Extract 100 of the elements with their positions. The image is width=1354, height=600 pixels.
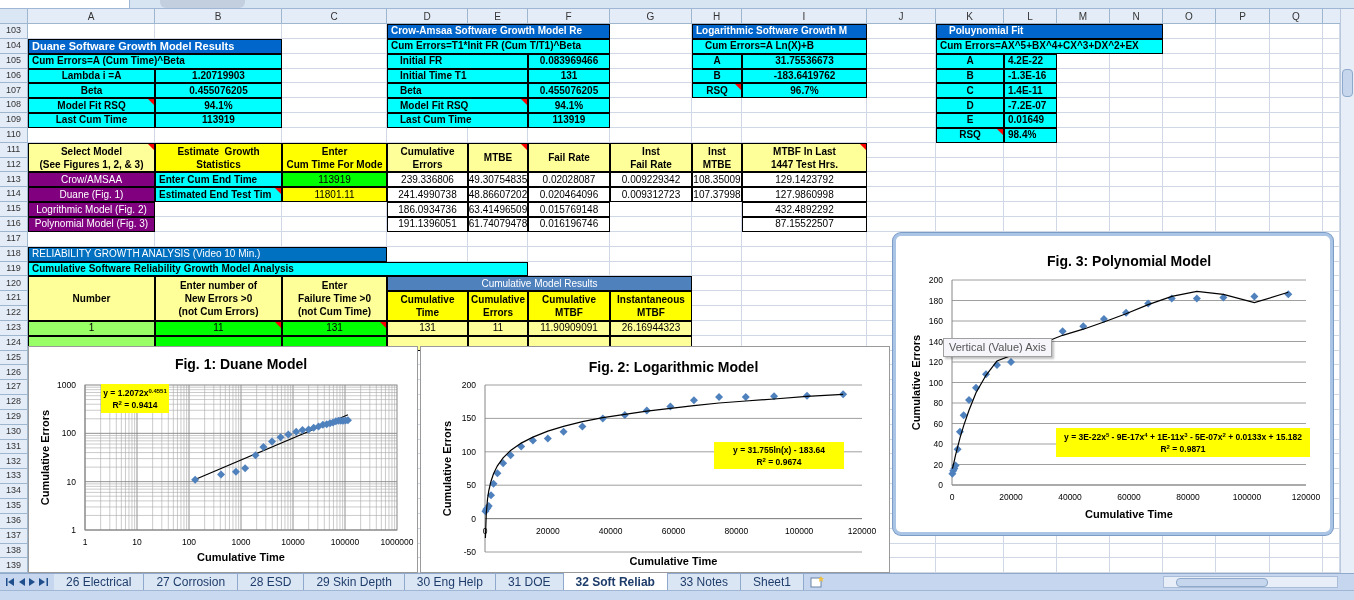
row-header[interactable]: 108 bbox=[0, 98, 28, 114]
axis-title: Cumulative Errors bbox=[910, 334, 922, 431]
column-header[interactable]: F bbox=[528, 9, 610, 24]
row-header[interactable]: 132 bbox=[0, 454, 28, 470]
tick-label: 20000 bbox=[536, 525, 560, 536]
formula-bar-button[interactable] bbox=[160, 0, 245, 8]
section-title: Crow-Amsaa Software Growth Model Re bbox=[387, 24, 610, 39]
row-header[interactable]: 114 bbox=[0, 187, 28, 203]
column-header[interactable]: L bbox=[1004, 9, 1057, 24]
tooltip: Vertical (Value) Axis bbox=[943, 338, 1052, 357]
tick-label: 1000 bbox=[231, 537, 251, 547]
sheet-tab[interactable]: 27 Corrosion bbox=[144, 574, 239, 591]
column-header[interactable]: D bbox=[387, 9, 468, 24]
vertical-scrollbar[interactable] bbox=[1340, 9, 1354, 574]
column-header[interactable]: J bbox=[867, 9, 936, 24]
scrollbar-thumb[interactable] bbox=[1176, 577, 1268, 587]
last-sheet-icon[interactable] bbox=[39, 578, 48, 587]
sheet-tab[interactable]: 28 ESD bbox=[238, 574, 305, 591]
table-cell: Model Fit RSQ bbox=[28, 98, 155, 114]
chart[interactable]: Fig. 1: Duane Model 1000 100 10 1 1 10 100 1000 10000 100000 1000000 Cumulative Time Cumulative Errors y = 1.2072x$^{0.4551}$ R$^{2}$ = 0.9414 bbox=[28, 346, 418, 573]
column-header[interactable]: M bbox=[1057, 9, 1110, 24]
row-header[interactable]: 113 bbox=[0, 172, 28, 188]
column-header: Estimate Growth Statistics bbox=[155, 142, 282, 173]
tick-label: 1 bbox=[82, 537, 88, 547]
insert-sheet-icon[interactable] bbox=[810, 576, 824, 589]
data-point bbox=[965, 395, 973, 404]
sheet-tab[interactable]: 26 Electrical bbox=[54, 574, 145, 591]
model-option: Logrithmic Model (Fig. 2) bbox=[28, 202, 155, 217]
tick-label: 100 bbox=[61, 428, 76, 439]
column-header[interactable]: N bbox=[1110, 9, 1163, 24]
column-header[interactable]: E bbox=[468, 9, 528, 24]
table-cell: 63.41496509 bbox=[468, 202, 528, 217]
select-all-corner[interactable] bbox=[0, 9, 28, 24]
sheet-tab[interactable]: 33 Notes bbox=[667, 574, 741, 591]
row-header[interactable]: 109 bbox=[0, 113, 28, 128]
column-header: MTBE bbox=[468, 142, 528, 173]
data-point bbox=[741, 393, 750, 401]
row-header[interactable]: 134 bbox=[0, 484, 28, 499]
data-point bbox=[1144, 299, 1153, 308]
row-header[interactable]: 115 bbox=[0, 202, 28, 217]
tick-label: 80 bbox=[933, 398, 943, 408]
column-header: Enter Failure Time >0 (not Cum Time) bbox=[282, 276, 387, 321]
column-header[interactable]: A bbox=[28, 9, 155, 24]
first-sheet-icon[interactable] bbox=[6, 578, 15, 587]
row-header[interactable]: 120 bbox=[0, 276, 28, 292]
data-point bbox=[982, 370, 990, 379]
tick-label: 10 bbox=[132, 537, 142, 547]
column-header[interactable]: P bbox=[1216, 9, 1270, 24]
column-header: MTBF In Last 1447 Test Hrs. bbox=[742, 142, 867, 173]
column-header[interactable]: Q bbox=[1270, 9, 1323, 24]
tick-label: 120000 bbox=[847, 525, 877, 536]
equation-text: y = 3E-22x$^{5}$ - 9E-17x$^{4}$ + 1E-11x$^{3}$ - 5E-07x$^{2}$ + 0.0133x + 15.182 bbox=[1064, 430, 1302, 443]
previous-sheet-icon[interactable] bbox=[19, 578, 25, 587]
row-header[interactable]: 135 bbox=[0, 499, 28, 514]
column-header[interactable]: K bbox=[936, 9, 1004, 24]
tick-label: 40000 bbox=[1058, 492, 1082, 502]
row-header[interactable]: 121 bbox=[0, 291, 28, 307]
row-header[interactable]: 127 bbox=[0, 380, 28, 396]
scrollbar-thumb[interactable] bbox=[1342, 69, 1353, 97]
row-header[interactable]: 139 bbox=[0, 558, 28, 574]
table-cell: Beta bbox=[28, 83, 155, 99]
next-sheet-icon[interactable] bbox=[29, 578, 35, 587]
table-cell: 0.009229342 bbox=[610, 172, 692, 188]
column-header[interactable]: O bbox=[1163, 9, 1216, 24]
column-header[interactable]: H bbox=[692, 9, 742, 24]
table-cell: 0.01649 bbox=[1004, 113, 1057, 128]
row-header[interactable]: 133 bbox=[0, 469, 28, 485]
row-header[interactable]: 107 bbox=[0, 83, 28, 99]
chart-title: Fig. 2: Logarithmic Model bbox=[588, 359, 759, 375]
chart[interactable] bbox=[893, 233, 1333, 535]
data-point bbox=[715, 393, 724, 401]
horizontal-scrollbar[interactable] bbox=[1163, 576, 1338, 589]
chart-title: Fig. 3: Polynomial Model bbox=[1046, 253, 1212, 269]
row-header[interactable]: 126 bbox=[0, 365, 28, 381]
table-cell: 241.4990738 bbox=[387, 187, 468, 203]
table-cell: 0.02028087 bbox=[528, 172, 610, 188]
sheet-tab[interactable]: 30 Eng Help bbox=[404, 574, 496, 591]
column-header[interactable]: G bbox=[610, 9, 692, 24]
column-header[interactable]: C bbox=[282, 9, 387, 24]
column-header[interactable] bbox=[1323, 9, 1340, 24]
sheet-tab[interactable]: 31 DOE bbox=[495, 574, 564, 591]
row-header[interactable]: 128 bbox=[0, 395, 28, 410]
column-header[interactable]: B bbox=[155, 9, 282, 24]
input-cell: 11801.11 bbox=[282, 187, 387, 203]
row-header[interactable]: 103 bbox=[0, 24, 28, 39]
table-cell: 113919 bbox=[155, 113, 282, 128]
table-cell: 239.336806 bbox=[387, 172, 468, 188]
table-cell: Last Cum Time bbox=[387, 113, 528, 128]
row-header[interactable]: 122 bbox=[0, 306, 28, 321]
tick-label: 0 bbox=[471, 513, 476, 524]
axis-title: Cumulative Errors bbox=[441, 420, 453, 517]
table-cell: 113919 bbox=[528, 113, 610, 128]
sheet-tab[interactable]: Sheet1 bbox=[740, 574, 804, 591]
data-point bbox=[839, 390, 848, 399]
column-header[interactable]: I bbox=[742, 9, 867, 24]
sheet-tab[interactable]: 32 Soft Reliab bbox=[563, 573, 668, 591]
table-cell: 0.020464096 bbox=[528, 187, 610, 203]
sheet-tab[interactable]: 29 Skin Depth bbox=[304, 574, 405, 591]
table-cell: 49.30754835 bbox=[468, 172, 528, 188]
table-cell: 0.455076205 bbox=[155, 83, 282, 99]
